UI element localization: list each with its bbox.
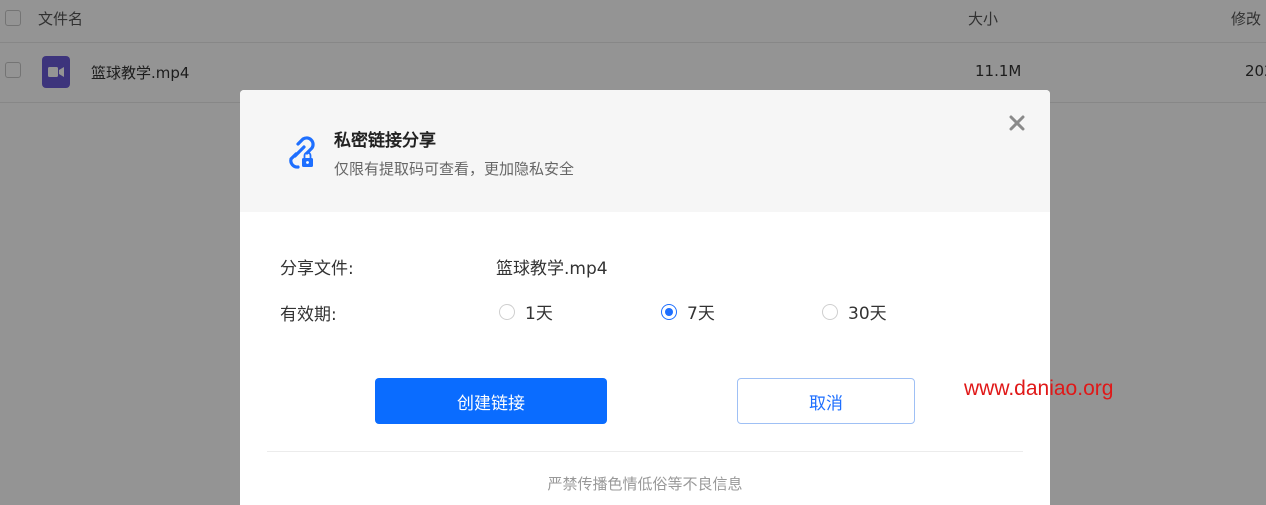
create-link-button[interactable]: 创建链接 [375, 378, 607, 424]
watermark-text: www.daniao.org [964, 377, 1114, 400]
radio-button[interactable] [499, 304, 515, 320]
validity-label: 有效期: [280, 305, 337, 325]
content-policy-note: 严禁传播色情低俗等不良信息 [547, 475, 743, 493]
dialog-subtitle: 仅限有提取码可查看，更加隐私安全 [334, 160, 575, 178]
share-file-value: 篮球教学.mp4 [496, 259, 608, 279]
radio-label: 1天 [525, 304, 553, 324]
radio-label: 30天 [848, 304, 887, 324]
share-file-label: 分享文件: [280, 259, 354, 279]
private-link-icon [281, 132, 321, 172]
close-icon[interactable] [1004, 110, 1030, 136]
dialog-title: 私密链接分享 [334, 131, 436, 151]
divider [267, 451, 1023, 452]
radio-label: 7天 [687, 304, 715, 324]
dialog-header: 私密链接分享 仅限有提取码可查看，更加隐私安全 [240, 90, 1050, 212]
radio-button[interactable] [822, 304, 838, 320]
private-share-dialog: 私密链接分享 仅限有提取码可查看，更加隐私安全 分享文件: 篮球教学.mp4 有… [240, 90, 1050, 505]
cancel-button[interactable]: 取消 [737, 378, 915, 424]
radio-button-selected[interactable] [661, 304, 677, 320]
